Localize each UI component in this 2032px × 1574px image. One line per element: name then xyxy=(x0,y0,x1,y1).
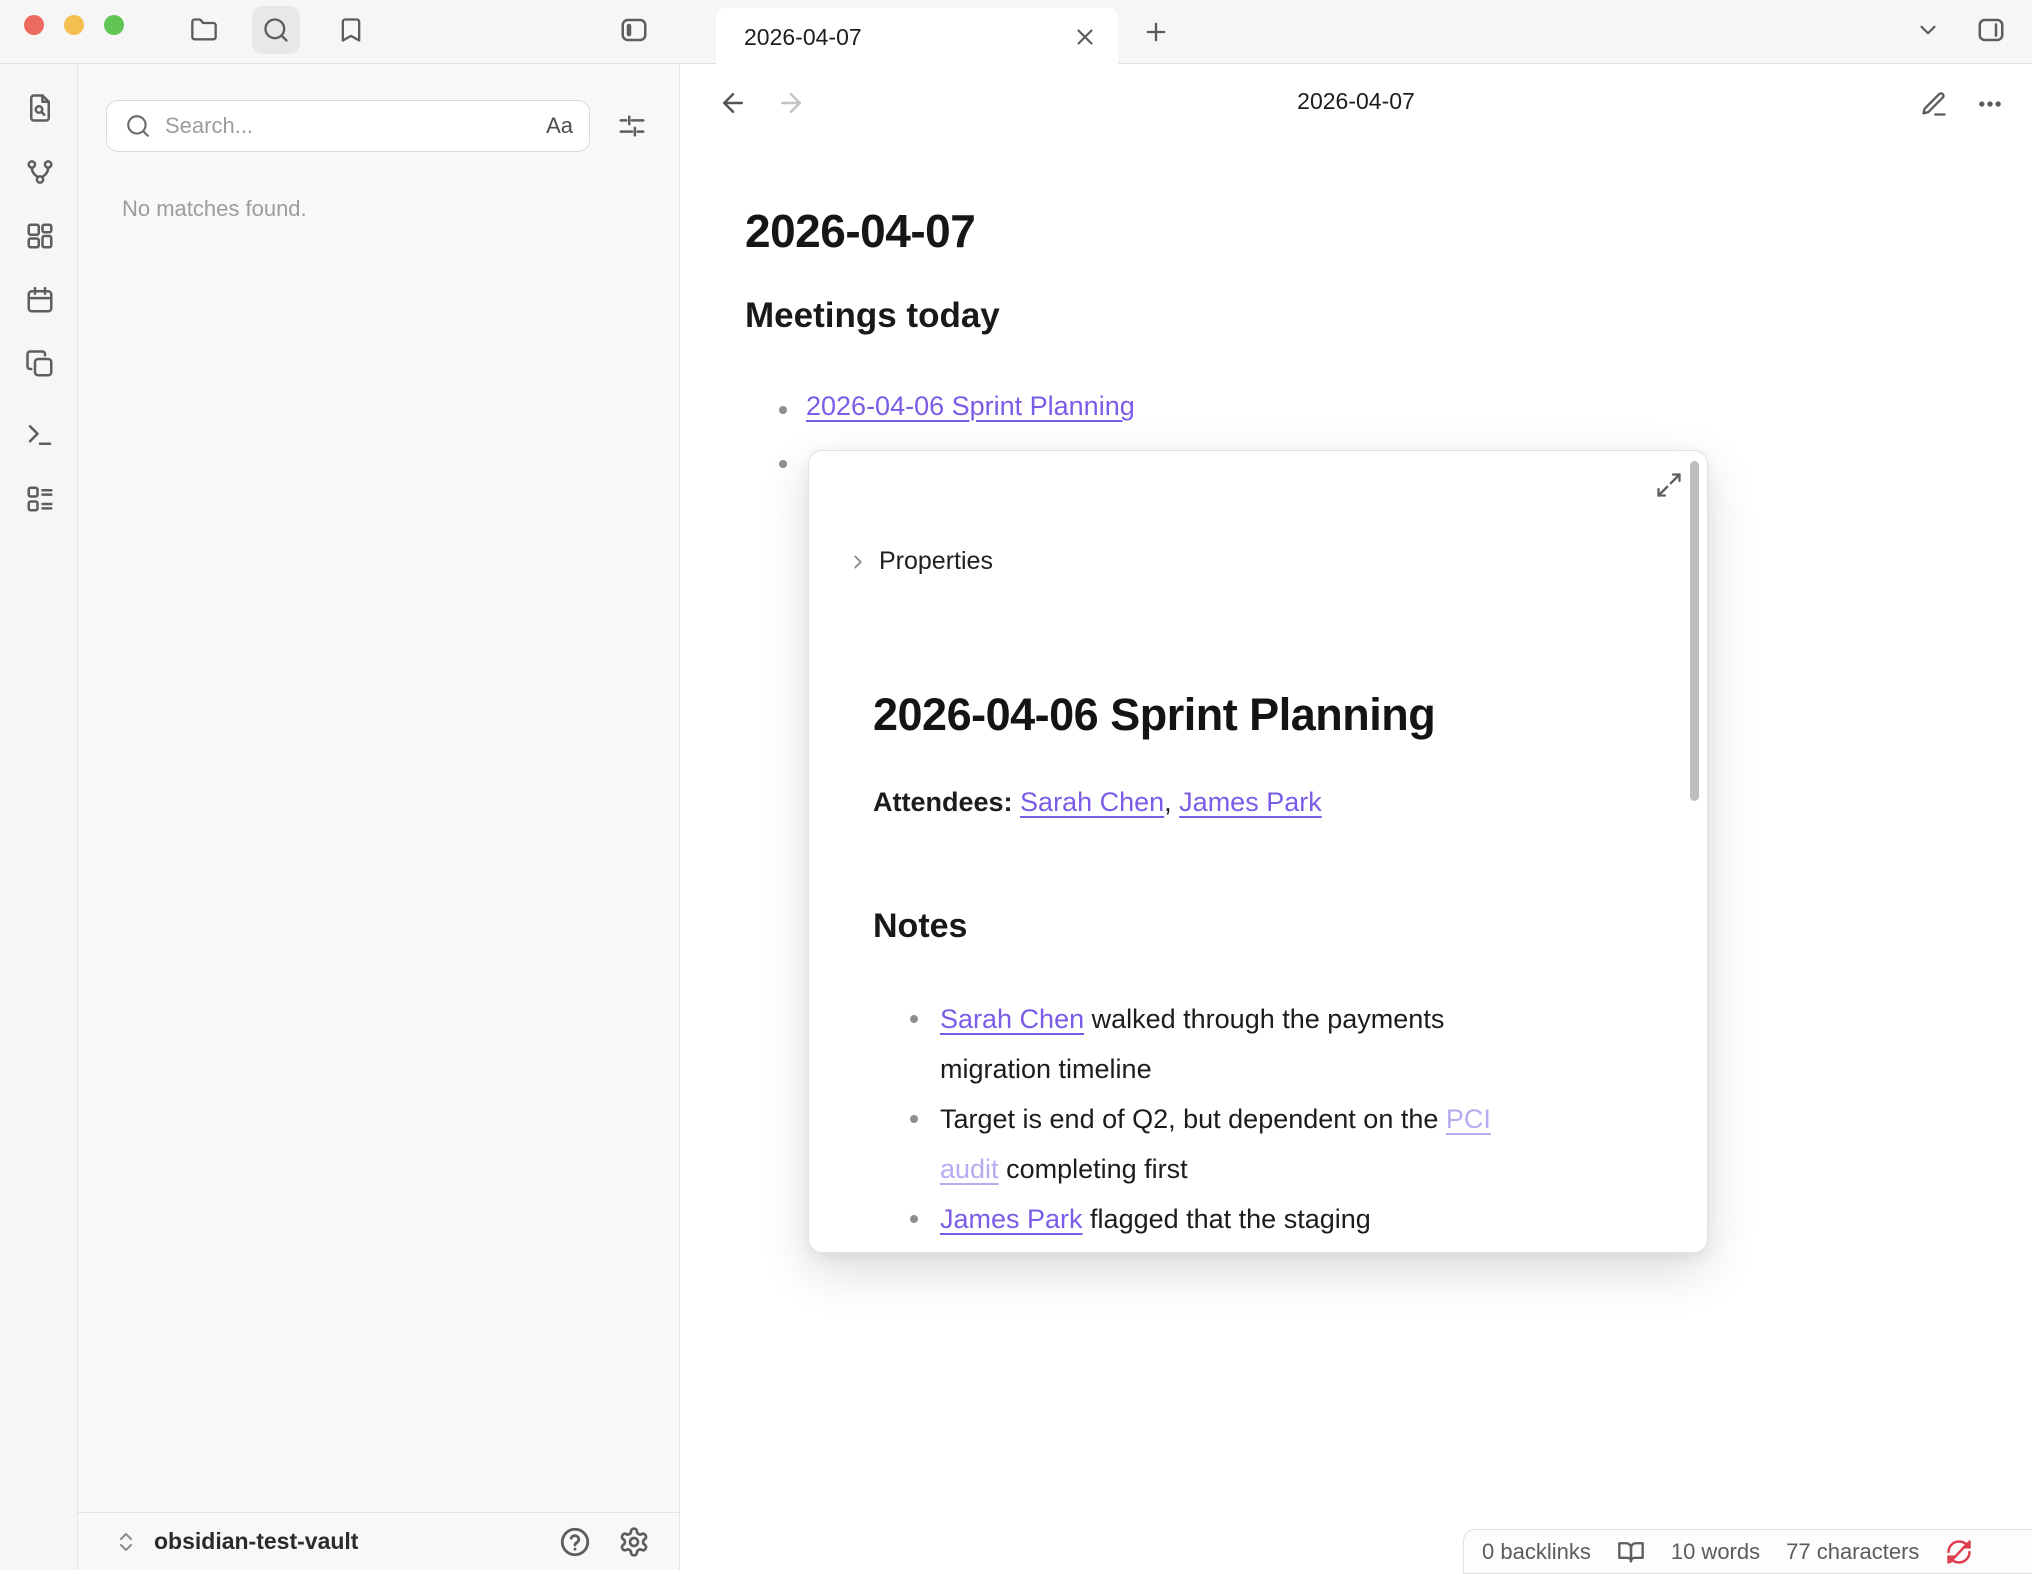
person-link-james-park[interactable]: James Park xyxy=(1179,787,1322,817)
edit-mode-button[interactable] xyxy=(1920,90,1948,118)
character-count: 77 characters xyxy=(1786,1539,1919,1565)
bookmark-icon xyxy=(337,16,365,44)
search-input-icon xyxy=(125,113,151,139)
templates-button[interactable] xyxy=(24,348,56,380)
note-link-sprint-planning[interactable]: 2026-04-06 Sprint Planning xyxy=(806,391,1135,421)
more-options-button[interactable] xyxy=(1976,90,2004,118)
quick-switcher-button[interactable] xyxy=(24,92,56,124)
new-tab-button[interactable] xyxy=(1132,8,1180,56)
attendees-label: Attendees: xyxy=(873,787,1013,817)
person-link-sarah-chen[interactable]: Sarah Chen xyxy=(940,1004,1084,1034)
list-boxes-icon xyxy=(25,484,55,514)
list-bullet xyxy=(779,460,787,468)
list-bullet xyxy=(779,406,787,414)
list-item-text: completing first xyxy=(999,1154,1188,1184)
sync-error-icon[interactable] xyxy=(1945,1538,1973,1566)
note-link-pci-audit[interactable]: PCI xyxy=(1446,1104,1491,1134)
chevrons-up-down-icon[interactable] xyxy=(114,1530,138,1554)
tab-close-icon[interactable] xyxy=(1072,24,1098,50)
notes-heading: Notes xyxy=(873,907,967,946)
list-item: James Park flagged that the staging xyxy=(873,1194,1643,1244)
chevron-right-icon xyxy=(847,551,869,573)
word-count: 10 words xyxy=(1671,1539,1760,1565)
terminal-icon xyxy=(25,420,55,450)
files-tab-button[interactable] xyxy=(180,6,228,54)
window-close-button[interactable] xyxy=(24,15,44,35)
reading-mode-icon[interactable] xyxy=(1617,1538,1645,1566)
search-settings-button[interactable] xyxy=(614,108,650,144)
list-item: Target is end of Q2, but dependent on th… xyxy=(873,1094,1643,1194)
list-panel-button[interactable] xyxy=(24,483,56,515)
file-search-icon xyxy=(25,93,55,123)
list-item-text: flagged that the staging xyxy=(1083,1204,1371,1234)
terminal-button[interactable] xyxy=(24,419,56,451)
person-link-sarah-chen[interactable]: Sarah Chen xyxy=(1020,787,1164,817)
toggle-left-sidebar-button[interactable] xyxy=(610,6,658,54)
expand-diagonal-icon[interactable] xyxy=(1655,471,1683,499)
sliders-icon xyxy=(617,111,647,141)
settings-button[interactable] xyxy=(618,1526,650,1558)
window-minimize-button[interactable] xyxy=(64,15,84,35)
attendees-line: Attendees: Sarah Chen, James Park xyxy=(873,787,1322,818)
copy-icon xyxy=(25,349,55,379)
graph-view-button[interactable] xyxy=(24,156,56,188)
left-ribbon xyxy=(0,64,78,1570)
search-empty-state: No matches found. xyxy=(122,196,307,222)
window-zoom-button[interactable] xyxy=(104,15,124,35)
vault-name[interactable]: obsidian-test-vault xyxy=(154,1528,558,1555)
folder-icon xyxy=(190,16,218,44)
notes-list: Sarah Chen walked through the payments mi… xyxy=(873,994,1643,1244)
view-header: 2026-04-07 xyxy=(680,64,2032,140)
bookmarks-tab-button[interactable] xyxy=(327,6,375,54)
calendar-icon xyxy=(25,285,55,315)
note-section-heading: Meetings today xyxy=(745,296,1000,336)
plus-icon xyxy=(1142,18,1170,46)
tab-list-button[interactable] xyxy=(1904,6,1952,54)
sidebar-right-icon xyxy=(1976,15,2006,45)
note-link-pci-audit[interactable]: audit xyxy=(940,1154,999,1184)
canvas-button[interactable] xyxy=(24,220,56,252)
match-case-toggle[interactable]: Aa xyxy=(546,113,573,139)
daily-note-button[interactable] xyxy=(24,284,56,316)
tab-title: 2026-04-07 xyxy=(744,24,1072,51)
search-tab-button[interactable] xyxy=(252,6,300,54)
attendees-separator: , xyxy=(1164,787,1179,817)
list-item-text: migration timeline xyxy=(940,1054,1152,1084)
properties-toggle[interactable]: Properties xyxy=(847,547,993,576)
status-bar: 0 backlinks 10 words 77 characters xyxy=(1463,1529,2032,1574)
list-item: 2026-04-06 Sprint Planning xyxy=(806,391,1135,422)
search-icon xyxy=(262,16,290,44)
sidebar-left-icon xyxy=(619,15,649,45)
properties-label: Properties xyxy=(879,547,993,576)
vault-switcher-row: obsidian-test-vault xyxy=(78,1512,680,1570)
hover-preview-popup: Properties 2026-04-06 Sprint Planning At… xyxy=(808,450,1708,1253)
list-item-text: Target is end of Q2, but dependent on th… xyxy=(940,1104,1446,1134)
list-item: Sarah Chen walked through the payments mi… xyxy=(873,994,1643,1094)
layout-dashboard-icon xyxy=(25,221,55,251)
popup-note-title: 2026-04-06 Sprint Planning xyxy=(873,689,1435,741)
chevron-down-icon xyxy=(1915,17,1941,43)
note-title-heading: 2026-04-07 xyxy=(745,204,975,258)
popup-scrollbar-thumb[interactable] xyxy=(1690,461,1699,801)
search-box[interactable]: Aa xyxy=(106,100,590,152)
search-pane: Aa No matches found. obsidian-test-vault xyxy=(78,64,680,1570)
view-title: 2026-04-07 xyxy=(680,88,2032,115)
graph-icon xyxy=(25,157,55,187)
list-item-text: walked through the payments xyxy=(1084,1004,1444,1034)
backlinks-count[interactable]: 0 backlinks xyxy=(1482,1539,1591,1565)
toggle-right-sidebar-button[interactable] xyxy=(1967,6,2015,54)
tab-2026-04-07[interactable]: 2026-04-07 xyxy=(716,8,1118,66)
main-pane: 2026-04-07 2026-04-07 Meetings today 202… xyxy=(680,64,2032,1570)
person-link-james-park[interactable]: James Park xyxy=(940,1204,1083,1234)
search-input[interactable] xyxy=(165,113,546,139)
help-button[interactable] xyxy=(558,1525,592,1559)
